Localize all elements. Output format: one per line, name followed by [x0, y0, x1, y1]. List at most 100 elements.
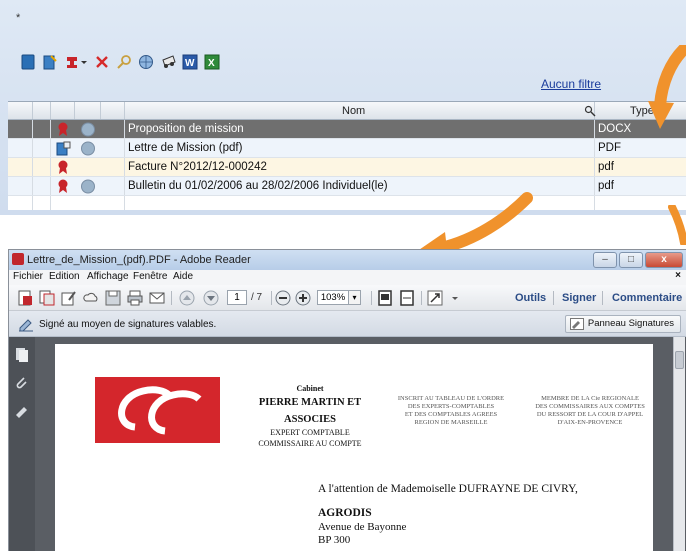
fullscreen-icon[interactable]	[427, 290, 443, 306]
column-header-type[interactable]: Type	[630, 105, 654, 117]
zoom-level-input[interactable]: 103%	[317, 290, 349, 305]
stamp-menu-icon[interactable]	[64, 54, 88, 70]
navigation-pane	[9, 337, 35, 551]
adobe-reader-icon	[12, 253, 24, 265]
signature-panel-icon	[569, 318, 584, 336]
menu-window[interactable]: Fenêtre	[133, 271, 167, 282]
minimize-button[interactable]: –	[593, 252, 617, 268]
signature-message-bar: Signé au moyen de signatures valables. P…	[9, 311, 686, 337]
create-pdf-icon[interactable]	[17, 290, 33, 306]
previous-page-icon[interactable]	[179, 290, 195, 306]
menu-view[interactable]: Affichage	[87, 271, 129, 282]
combine-icon[interactable]	[39, 290, 55, 306]
screenshot-root: * W X Aucun filtre Nom Type Proposition …	[0, 0, 686, 551]
globe-icon[interactable]	[138, 54, 154, 70]
menu-edit[interactable]: Edition	[49, 271, 80, 282]
sign-button[interactable]: Signer	[562, 292, 596, 304]
print-icon[interactable]	[160, 54, 176, 70]
pages-thumbnail-icon[interactable]	[14, 347, 30, 363]
menu-file[interactable]: Fichier	[13, 271, 43, 282]
window-marker: *	[16, 12, 21, 24]
scrollbar-thumb[interactable]	[675, 351, 684, 369]
registration-line: ET DES COMPTABLES AGREES	[404, 411, 498, 418]
edit-document-icon	[56, 141, 72, 159]
signature-panel-button[interactable]: Panneau Signatures	[564, 315, 681, 336]
reader-titlebar: Lettre_de_Mission_(pdf).PDF - Adobe Read…	[9, 250, 686, 270]
table-row[interactable]: Bulletin du 01/02/2006 au 28/02/2006 Ind…	[8, 177, 686, 196]
delete-icon[interactable]	[94, 54, 110, 70]
edit-document-icon[interactable]	[42, 54, 58, 70]
zoom-in-icon[interactable]	[295, 290, 311, 306]
next-page-icon[interactable]	[203, 290, 219, 306]
page-number-input[interactable]: 1	[227, 290, 247, 305]
row-name: Proposition de mission	[128, 123, 244, 135]
membership-line: D'AIX-EN-PROVENCE	[557, 419, 623, 426]
document-view[interactable]: Cabinet PIERRE MARTIN ET ASSOCIES EXPERT…	[35, 337, 686, 551]
search-icon[interactable]	[116, 54, 132, 70]
zoom-dropdown-icon[interactable]: ▾	[349, 290, 361, 305]
document-close-icon[interactable]: ×	[675, 270, 681, 281]
row-type: pdf	[598, 180, 614, 192]
cloud-share-icon[interactable]	[83, 290, 99, 306]
firm-role-2: COMMISSAIRE AU COMPTE	[258, 439, 362, 448]
row-type: pdf	[598, 161, 614, 173]
no-filter-link[interactable]: Aucun filtre	[541, 77, 601, 91]
membership-line: DU RESSORT DE LA COUR D'APPEL	[536, 411, 644, 418]
firm-name-line1: PIERRE MARTIN ET	[258, 397, 362, 408]
table-row-empty	[8, 196, 686, 210]
table-row[interactable]: Facture N°2012/12-000242 pdf	[8, 158, 686, 177]
svg-text:W: W	[185, 58, 195, 69]
firm-name-line2: ASSOCIES	[284, 414, 336, 425]
signature-panel-label: Panneau Signatures	[587, 318, 674, 329]
vertical-scrollbar[interactable]	[673, 337, 685, 551]
award-ribbon-icon	[56, 179, 70, 197]
email-icon[interactable]	[149, 290, 165, 306]
edit-icon[interactable]	[61, 290, 77, 306]
save-icon[interactable]	[105, 290, 121, 306]
row-name: Bulletin du 01/02/2006 au 28/02/2006 Ind…	[128, 180, 388, 192]
membership-info: MEMBRE DE LA Cie REGIONALE DES COMMISSAI…	[525, 395, 655, 427]
row-name: Lettre de Mission (pdf)	[128, 142, 243, 154]
firm-logo	[95, 377, 220, 443]
new-document-icon[interactable]	[20, 54, 36, 70]
column-header-name[interactable]: Nom	[342, 105, 365, 117]
table-row[interactable]: Proposition de mission DOCX	[8, 120, 686, 139]
close-button[interactable]: x	[645, 252, 683, 268]
signatures-pane-icon[interactable]	[14, 403, 30, 419]
firm-cabinet: Cabinet	[296, 384, 324, 393]
membership-line: MEMBRE DE LA Cie REGIONALE	[541, 395, 639, 402]
column-search-icon[interactable]	[584, 105, 596, 120]
award-ribbon-icon	[56, 122, 70, 140]
word-export-icon[interactable]: W	[182, 54, 198, 70]
tools-button[interactable]: Outils	[515, 292, 546, 304]
pdf-reader-window: Lettre_de_Mission_(pdf).PDF - Adobe Read…	[8, 249, 686, 551]
globe-status-icon	[80, 179, 96, 197]
registration-info: INSCRIT AU TABLEAU DE L'ORDRE DES EXPERT…	[381, 395, 521, 427]
grid-header: Nom Type	[8, 102, 686, 120]
window-title: Lettre_de_Mission_(pdf).PDF - Adobe Read…	[27, 254, 251, 266]
firm-header: Cabinet PIERRE MARTIN ET ASSOCIES EXPERT…	[235, 384, 385, 449]
pdf-page: Cabinet PIERRE MARTIN ET ASSOCIES EXPERT…	[55, 344, 653, 551]
fit-page-icon[interactable]	[377, 290, 393, 306]
recipient-address-1: Avenue de Bayonne	[318, 521, 407, 533]
menu-help[interactable]: Aide	[173, 271, 193, 282]
registration-line: REGION DE MARSEILLE	[414, 419, 488, 426]
comment-button[interactable]: Commentaire	[612, 292, 682, 304]
toolbar-more-icon[interactable]	[449, 290, 465, 306]
document-manager-window: * W X Aucun filtre Nom Type Proposition …	[0, 0, 686, 215]
excel-export-icon[interactable]: X	[204, 54, 220, 70]
print-icon[interactable]	[127, 290, 143, 306]
row-type: DOCX	[598, 123, 632, 135]
fit-width-icon[interactable]	[399, 290, 415, 306]
attachments-icon[interactable]	[14, 375, 30, 391]
registration-line: INSCRIT AU TABLEAU DE L'ORDRE	[397, 395, 505, 402]
maximize-button[interactable]: □	[619, 252, 643, 268]
firm-role-1: EXPERT COMPTABLE	[270, 428, 350, 437]
zoom-out-icon[interactable]	[275, 290, 291, 306]
globe-status-icon	[80, 141, 96, 159]
page-total: / 7	[251, 292, 263, 303]
svg-text:X: X	[208, 58, 215, 69]
signature-pen-icon	[18, 316, 34, 335]
globe-status-icon	[80, 122, 96, 140]
table-row[interactable]: Lettre de Mission (pdf) PDF	[8, 139, 686, 158]
